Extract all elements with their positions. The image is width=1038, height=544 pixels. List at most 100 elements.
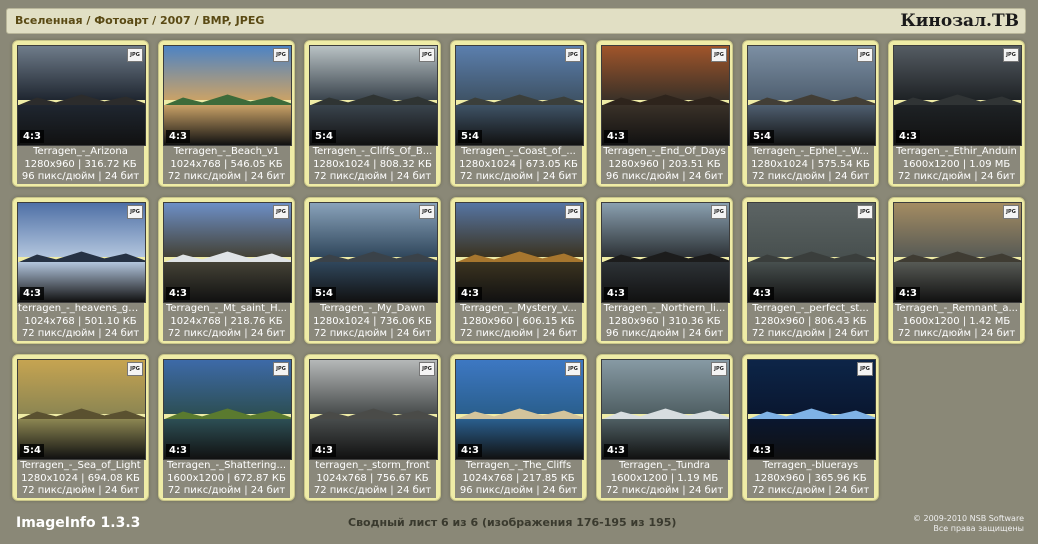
rights-line: Все права защищены xyxy=(933,524,1024,533)
thumbnail-tile[interactable]: JPG 4:3 terragen_-_heavens_gate 1024x768 | … xyxy=(12,197,149,344)
thumbnail-image[interactable]: JPG 5:4 xyxy=(747,45,876,146)
thumbnail-image[interactable]: JPG 4:3 xyxy=(747,359,876,460)
thumbnail-tile[interactable]: JPG 4:3 Terragen_-_perfect_st... 1280x960 |… xyxy=(742,197,879,344)
thumbnail-image[interactable]: JPG 4:3 xyxy=(455,359,584,460)
thumbnail-tile[interactable]: JPG 5:4 Terragen_-_My_Dawn 1280x1024 | 736.… xyxy=(304,197,441,344)
thumbnail-tile[interactable]: JPG 4:3 Terragen_-_Arizona 1280x960 | 316.7… xyxy=(12,40,149,187)
thumbnail-tile[interactable]: JPG 4:3 Terragen_-_Shattering... 1600x1200 … xyxy=(158,354,295,501)
thumbnail-image[interactable]: JPG 4:3 xyxy=(309,359,438,460)
file-name: terragen_-_heavens_gate xyxy=(18,303,144,314)
file-resolution: 96 пикс/дюйм | 24 бит xyxy=(605,328,724,339)
thumbnail-image[interactable]: JPG 4:3 xyxy=(17,202,146,303)
thumbnail-tile[interactable]: JPG 4:3 terragen_-_storm_front 1024x768 | 7… xyxy=(304,354,441,501)
thumbnail-info: Terragen_-_Sea_of_Light 1280x1024 | 694.0… xyxy=(17,460,144,498)
aspect-ratio-badge: 4:3 xyxy=(604,444,628,457)
thumbnail-info: Terragen_-_perfect_st... 1280x960 | 806.4… xyxy=(747,303,874,341)
aspect-ratio-badge: 5:4 xyxy=(750,130,774,143)
thumbnail-tile[interactable]: JPG 4:3 Terragen_-_Beach_v1 1024x768 | 546.… xyxy=(158,40,295,187)
thumbnail-tile[interactable]: JPG 4:3 Terragen_-_End_Of_Days 1280x960 | 2… xyxy=(596,40,733,187)
jpg-file-icon: JPG xyxy=(273,205,289,219)
thumbnail-sky xyxy=(456,360,583,415)
thumbnail-image[interactable]: JPG 5:4 xyxy=(455,45,584,146)
jpg-file-icon: JPG xyxy=(1003,48,1019,62)
thumbnail-info: Terragen_-_Cliffs_Of_B... 1280x1024 | 808… xyxy=(309,146,436,184)
thumbnail-tile[interactable]: JPG 4:3 Terragen_-bluerays 1280x960 | 365.9… xyxy=(742,354,879,501)
thumbnail-sky xyxy=(602,203,729,258)
file-resolution: 96 пикс/дюйм | 24 бит xyxy=(21,171,140,182)
thumbnail-image[interactable]: JPG 4:3 xyxy=(601,359,730,460)
thumbnail-image[interactable]: JPG 4:3 xyxy=(601,202,730,303)
thumbnail-image[interactable]: JPG 5:4 xyxy=(309,45,438,146)
file-name: Terragen_-_Mystery_v... xyxy=(460,303,577,314)
jpg-file-icon: JPG xyxy=(857,205,873,219)
thumbnail-info: Terragen_-_Beach_v1 1024x768 | 546.05 КБ 7… xyxy=(163,146,290,184)
thumbnail-image[interactable]: JPG 5:4 xyxy=(17,359,146,460)
jpg-file-icon: JPG xyxy=(857,48,873,62)
thumbnail-image[interactable]: JPG 4:3 xyxy=(893,45,1022,146)
thumbnail-tile[interactable]: JPG 4:3 Terragen_-_Remnant_a... 1600x1200 |… xyxy=(888,197,1025,344)
jpg-file-icon: JPG xyxy=(419,362,435,376)
thumbnail-image[interactable]: JPG 4:3 xyxy=(601,45,730,146)
thumbnail-sky xyxy=(18,46,145,101)
thumbnail-info: terragen_-_storm_front 1024x768 | 756.67 … xyxy=(309,460,436,498)
file-name: Terragen_-bluerays xyxy=(762,460,859,471)
file-name: Terragen_-_Arizona xyxy=(33,146,128,157)
jpg-file-icon: JPG xyxy=(127,48,143,62)
aspect-ratio-badge: 4:3 xyxy=(166,444,190,457)
thumbnail-info: Terragen_-_Mt_saint_H... 1024x768 | 218.7… xyxy=(163,303,290,341)
thumbnail-tile[interactable]: JPG 4:3 Terragen_-_The_Cliffs 1024x768 | 21… xyxy=(450,354,587,501)
breadcrumb[interactable]: Вселенная / Фотоарт / 2007 / BMP, JPEG xyxy=(15,14,264,27)
thumbnail-image[interactable]: JPG 4:3 xyxy=(17,45,146,146)
file-name: Terragen_-_Beach_v1 xyxy=(173,146,280,157)
thumbnail-info: Terragen_-_Mystery_v... 1280x960 | 606.15… xyxy=(455,303,582,341)
aspect-ratio-badge: 4:3 xyxy=(750,287,774,300)
thumbnail-tile[interactable]: JPG 4:3 Terragen_-_Ethir_Anduin 1600x1200 |… xyxy=(888,40,1025,187)
thumbnail-image[interactable]: JPG 4:3 xyxy=(747,202,876,303)
file-dimensions: 1280x960 | 806.43 КБ xyxy=(754,315,867,327)
jpg-file-icon: JPG xyxy=(711,205,727,219)
thumbnail-info: Terragen_-_Tundra 1600x1200 | 1.19 МБ 72 п… xyxy=(601,460,728,498)
copyright-line: © 2009-2010 NSB Software xyxy=(912,514,1024,523)
thumbnail-image[interactable]: JPG 4:3 xyxy=(893,202,1022,303)
thumbnail-info: Terragen_-_Ethir_Anduin 1600x1200 | 1.09 … xyxy=(893,146,1020,184)
jpg-file-icon: JPG xyxy=(419,48,435,62)
header-bar: Вселенная / Фотоарт / 2007 / BMP, JPEG К… xyxy=(6,8,1026,34)
thumbnail-image[interactable]: JPG 4:3 xyxy=(163,359,292,460)
thumbnail-tile[interactable]: JPG 5:4 Terragen_-_Cliffs_Of_B... 1280x1024… xyxy=(304,40,441,187)
file-resolution: 72 пикс/дюйм | 24 бит xyxy=(21,485,140,496)
file-name: terragen_-_storm_front xyxy=(315,460,430,471)
aspect-ratio-badge: 4:3 xyxy=(166,287,190,300)
thumbnail-tile[interactable]: JPG 4:3 Terragen_-_Mystery_v... 1280x960 | … xyxy=(450,197,587,344)
thumbnail-info: terragen_-_heavens_gate 1024x768 | 501.10… xyxy=(17,303,144,341)
file-name: Terragen_-_Ethir_Anduin xyxy=(896,146,1017,157)
thumbnail-sky xyxy=(164,46,291,101)
file-dimensions: 1024x768 | 217.85 КБ xyxy=(462,472,575,484)
aspect-ratio-badge: 4:3 xyxy=(750,444,774,457)
jpg-file-icon: JPG xyxy=(419,205,435,219)
thumbnail-image[interactable]: JPG 5:4 xyxy=(309,202,438,303)
file-name: Terragen_-_My_Dawn xyxy=(319,303,426,314)
thumbnail-tile[interactable]: JPG 5:4 Terragen_-_Coast_of_... 1280x1024 |… xyxy=(450,40,587,187)
file-dimensions: 1280x1024 | 808.32 КБ xyxy=(313,158,432,170)
thumbnail-tile[interactable]: JPG 5:4 Terragen_-_Sea_of_Light 1280x1024 |… xyxy=(12,354,149,501)
file-name: Terragen_-_Cliffs_Of_B... xyxy=(312,146,433,157)
file-name: Terragen_-_Northern_li... xyxy=(603,303,726,314)
thumbnail-tile[interactable]: JPG 4:3 Terragen_-_Northern_li... 1280x960 … xyxy=(596,197,733,344)
thumbnail-info: Terragen_-_The_Cliffs 1024x768 | 217.85 К… xyxy=(455,460,582,498)
thumbnail-image[interactable]: JPG 4:3 xyxy=(163,45,292,146)
thumbnail-image[interactable]: JPG 4:3 xyxy=(455,202,584,303)
file-dimensions: 1280x1024 | 694.08 КБ xyxy=(21,472,140,484)
thumbnail-tile[interactable]: JPG 5:4 Terragen_-_Ephel_-_W... 1280x1024 |… xyxy=(742,40,879,187)
thumbnail-tile[interactable]: JPG 4:3 Terragen_-_Mt_saint_H... 1024x768 |… xyxy=(158,197,295,344)
thumbnail-info: Terragen_-_End_Of_Days 1280x960 | 203.51 … xyxy=(601,146,728,184)
thumbnail-sky xyxy=(310,203,437,258)
file-dimensions: 1600x1200 | 672.87 КБ xyxy=(167,472,286,484)
thumbnail-sky xyxy=(164,203,291,258)
thumbnail-tile[interactable]: JPG 4:3 Terragen_-_Tundra 1600x1200 | 1.19 … xyxy=(596,354,733,501)
thumbnail-image[interactable]: JPG 4:3 xyxy=(163,202,292,303)
aspect-ratio-badge: 4:3 xyxy=(604,130,628,143)
file-resolution: 72 пикс/дюйм | 24 бит xyxy=(751,171,870,182)
file-dimensions: 1024x768 | 756.67 КБ xyxy=(316,472,429,484)
file-dimensions: 1024x768 | 501.10 КБ xyxy=(24,315,137,327)
aspect-ratio-badge: 4:3 xyxy=(896,130,920,143)
